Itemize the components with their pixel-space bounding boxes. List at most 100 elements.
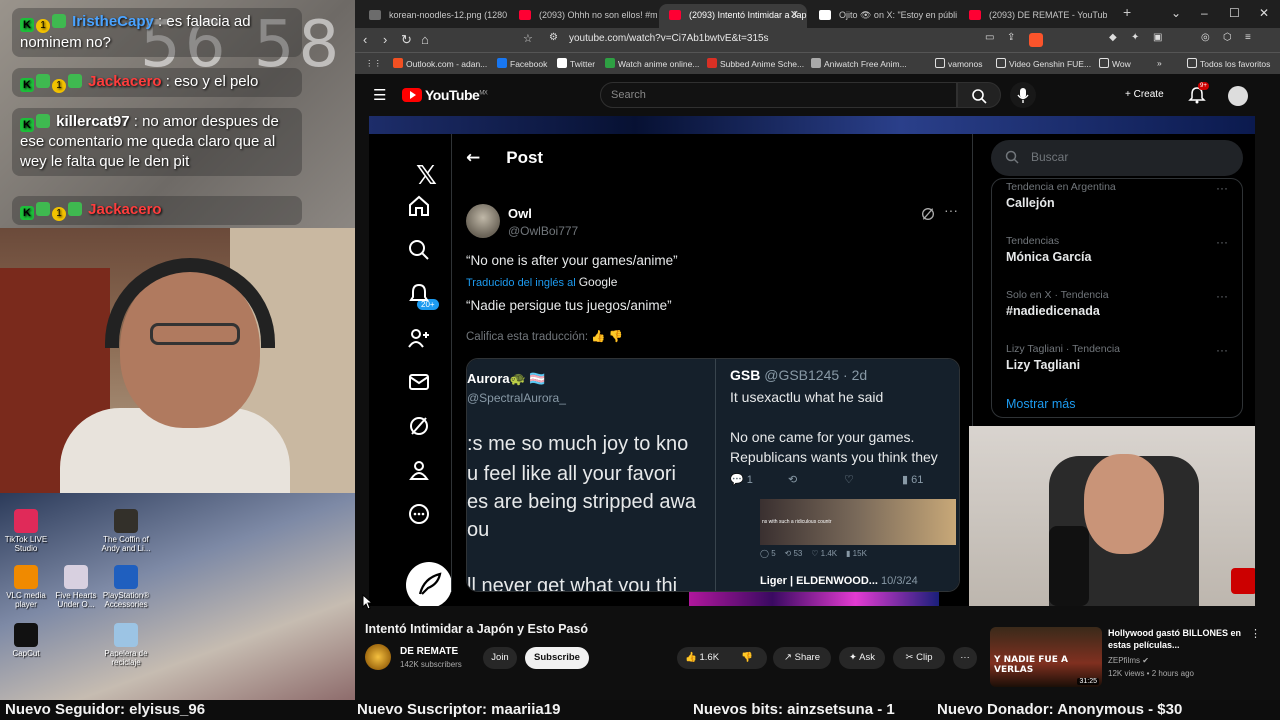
channel-avatar[interactable] — [365, 644, 391, 670]
browser-tab-active[interactable]: (2093) Intentó Intimidar a Jap ✕ — [659, 4, 807, 28]
quoted-reply-text: Republicans wants you think they — [730, 449, 938, 465]
desktop-icon-capcut[interactable]: CapCut — [0, 623, 56, 658]
recommended-meta: 12K views • 2 hours ago — [1108, 669, 1194, 678]
minimize-icon[interactable]: – — [1201, 6, 1208, 20]
trend-item: Solo en X · Tendencia #nadiedicenada ··· — [1006, 289, 1228, 318]
bell-icon — [409, 283, 429, 301]
recommended-menu-icon[interactable]: ⋮ — [1250, 627, 1261, 640]
brave-shield-icon[interactable] — [1029, 33, 1043, 47]
like-icon: ♡ — [811, 549, 819, 558]
ticker-new-follower: Nuevo Seguidor: elyisus_96 — [5, 701, 206, 718]
reply-icon: ◯ — [760, 549, 769, 558]
x-logo-icon: 𝕏 — [416, 161, 437, 191]
bookmark-item[interactable]: Subbed Anime Sche... — [707, 58, 804, 69]
chat-message: K killercat97 : no amor despues de ese c… — [12, 108, 302, 176]
extension-icon[interactable]: ◆ — [1109, 32, 1117, 43]
bookmark-folder[interactable]: Video Genshin FUE... — [996, 58, 1091, 69]
video-player[interactable]: 𝕏 20+ ← Post Owl @OwlBoi777 ··· “No one i… — [369, 116, 1255, 606]
recommended-title[interactable]: Hollywood gastó BILLONES en estas pelícu… — [1108, 627, 1248, 651]
bookmark-item[interactable]: Watch anime online... — [605, 58, 699, 69]
youtube-logo[interactable]: YouTubeMX — [402, 87, 488, 103]
youtube-search-input[interactable]: Search — [600, 82, 957, 108]
close-window-icon[interactable]: ✕ — [1259, 6, 1269, 20]
join-button[interactable]: Join — [483, 647, 517, 669]
bookmark-item[interactable]: Twitter — [557, 58, 595, 69]
chat-username: IristheCapy — [72, 13, 154, 30]
trend-item: Tendencia en Argentina Callejón ··· — [1006, 181, 1228, 210]
browser-tab[interactable]: Ojito 👁 on X: "Estoy en público — [809, 4, 957, 28]
close-tab-icon[interactable]: ✕ — [790, 4, 799, 26]
bookmark-item[interactable]: Outlook.com - adan... — [393, 58, 487, 69]
maximize-icon[interactable]: ☐ — [1229, 6, 1240, 20]
bookmark-item[interactable]: Facebook — [497, 58, 547, 69]
browser-tab[interactable]: korean-noodles-12.png (1280×1... — [359, 4, 507, 28]
sparkle-icon: ✦ — [849, 652, 860, 663]
recommended-thumbnail[interactable]: Y NADIE FUE A VERLAS 31:25 — [990, 627, 1102, 687]
site-info-icon[interactable]: ⚙ — [549, 32, 558, 43]
ask-button[interactable]: ✦ Ask — [839, 647, 885, 669]
streamer-webcam — [0, 228, 355, 493]
more-options-icon: ··· — [1216, 235, 1228, 249]
share-button[interactable]: ↗ Share — [773, 647, 831, 669]
forward-icon[interactable]: › — [383, 32, 387, 47]
grok-icon — [920, 206, 936, 222]
stream-chat-panel: 56 58 K1 IristheCapy : es falacia ad nom… — [0, 0, 355, 228]
desktop-icon-coffin[interactable]: The Coffin of Andy and Li... — [96, 509, 156, 553]
bookmark-star-icon[interactable]: ☆ — [523, 32, 533, 45]
voice-search-button[interactable] — [1010, 82, 1036, 108]
vpn-icon[interactable]: ⬡ — [1223, 32, 1232, 43]
youtuber-facecam — [969, 426, 1255, 606]
create-button[interactable]: + Create — [1115, 84, 1174, 106]
bookmark-folder[interactable]: vamonos — [935, 58, 983, 69]
like-button[interactable]: 👍 1.6K — [685, 652, 719, 663]
tier-badge-icon: 1 — [52, 79, 66, 93]
reload-icon[interactable]: ↻ — [401, 32, 412, 48]
desktop-icon-playstation[interactable]: PlayStation® Accessories — [96, 565, 156, 609]
browser-tab[interactable]: (2093) Ohhh no son ellos! #meme — [509, 4, 657, 28]
home-icon[interactable]: ⌂ — [421, 32, 429, 47]
author-handle: @OwlBoi777 — [508, 224, 579, 238]
back-icon[interactable]: ‹ — [363, 32, 367, 47]
address-bar-row: ‹ › ↻ ⌂ ☆ ⚙ youtube.com/watch?v=Ci7Ab1bw… — [355, 28, 1280, 52]
recycle-bin-icon — [114, 623, 138, 647]
menu-icon[interactable]: ≡ — [1245, 32, 1251, 43]
new-tab-button[interactable]: + — [1123, 4, 1131, 20]
wallet-icon[interactable]: ◎ — [1201, 32, 1210, 43]
url-field[interactable]: youtube.com/watch?v=Ci7Ab1bwtvE&t=315s — [569, 33, 769, 44]
desktop-icon-recycle-bin[interactable]: Papelera de reciclaje — [96, 623, 156, 667]
all-bookmarks-folder[interactable]: Todos los favoritos — [1187, 58, 1270, 69]
chat-message: K1 IristheCapy : es falacia ad nominem n… — [12, 8, 302, 57]
gift-badge-icon — [36, 114, 50, 128]
more-bookmarks-icon[interactable]: » — [1157, 58, 1162, 68]
hamburger-menu-icon[interactable]: ☰ — [373, 86, 386, 104]
translation-attribution: Traducido del inglés al Google — [466, 275, 618, 289]
desktop-icon-tiktok[interactable]: TikTok LIVE Studio — [0, 509, 56, 553]
extensions-puzzle-icon[interactable]: ✦ — [1131, 32, 1139, 43]
more-actions-icon[interactable]: ··· — [953, 647, 977, 669]
bookmark-item[interactable]: Aniwatch Free Anim... — [811, 58, 907, 69]
bookmarks-bar: ⋮⋮ Outlook.com - adan... Facebook Twitte… — [355, 52, 1280, 74]
apps-icon[interactable]: ⋮⋮ — [365, 58, 382, 69]
mouse-cursor-icon — [362, 594, 372, 610]
recommended-video[interactable]: Y NADIE FUE A VERLAS 31:25 Hollywood gas… — [990, 627, 1261, 687]
tab-list-icon[interactable]: ⌄ — [1171, 6, 1181, 20]
user-avatar[interactable] — [1228, 86, 1248, 106]
video-title: Intentó Intimidar a Japón y Esto Pasó — [365, 622, 588, 636]
cast-icon[interactable]: ▭ — [985, 32, 994, 43]
subscribe-button[interactable]: Subscribe — [525, 647, 589, 669]
dislike-button[interactable]: 👎 — [741, 647, 753, 669]
thumbnail-caption: Y NADIE FUE A VERLAS — [994, 655, 1068, 675]
quoted-reply-text: No one came for your games. — [730, 429, 915, 445]
share-icon[interactable]: ⇪ — [1007, 32, 1015, 43]
tier-badge-icon: 1 — [36, 19, 50, 33]
browser-tab[interactable]: (2093) DE REMATE - YouTube — [959, 4, 1107, 28]
kick-badge-icon: K — [20, 18, 34, 32]
bookmark-folder[interactable]: Wow — [1099, 58, 1131, 69]
sidebar-icon[interactable]: ▣ — [1153, 32, 1162, 43]
youtube-search-button[interactable] — [957, 82, 1001, 108]
youtube-header: ☰ YouTubeMX Search + Create 9+ — [355, 74, 1280, 116]
mail-icon — [409, 374, 429, 390]
clip-button[interactable]: ✂ Clip — [893, 647, 945, 669]
channel-name[interactable]: DE REMATE — [400, 646, 458, 657]
video-glitch-band — [689, 592, 939, 606]
